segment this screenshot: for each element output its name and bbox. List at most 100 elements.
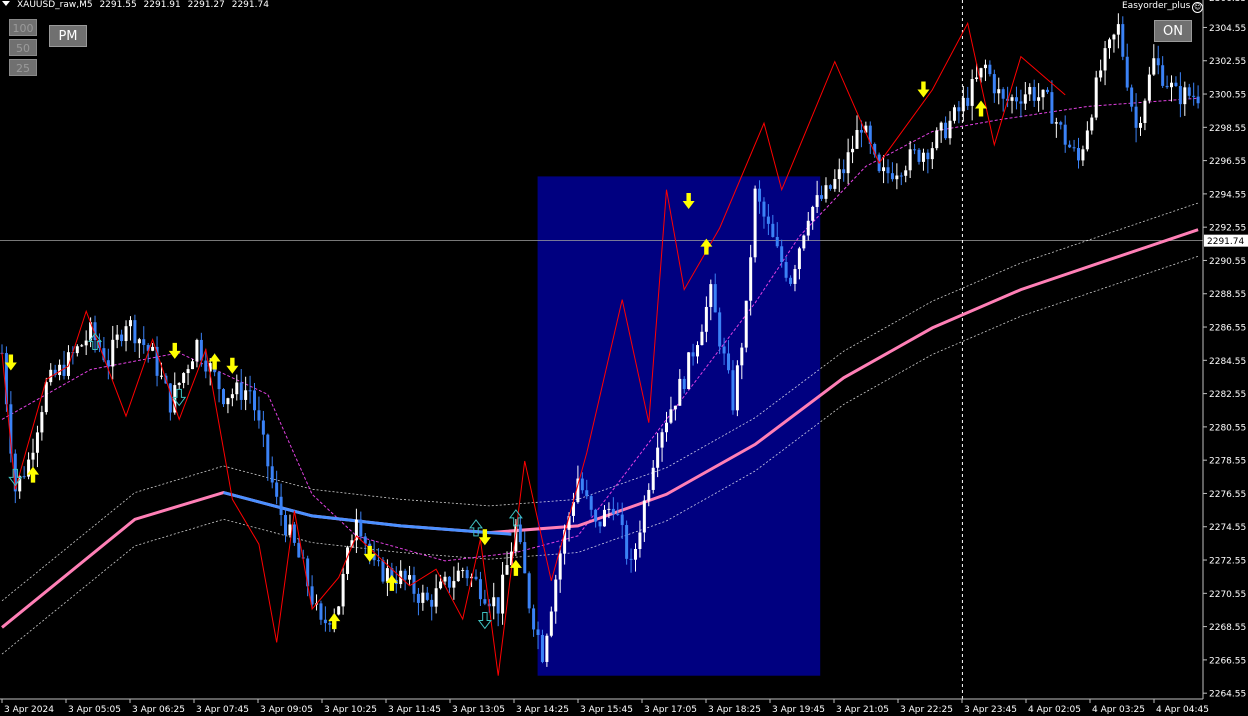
- time-tick-label: 3 Apr 14:25: [516, 705, 569, 715]
- time-tick-label: 4 Apr 04:45: [1156, 705, 1209, 715]
- candle-body: [1001, 89, 1005, 99]
- candle-body: [137, 339, 141, 344]
- candle-body: [691, 352, 695, 357]
- price-tick-label: 2304.55: [1209, 24, 1246, 34]
- candle-body: [257, 410, 261, 421]
- candle-body: [656, 447, 660, 468]
- price-tick-label: 2286.55: [1209, 324, 1246, 334]
- candle-body: [536, 629, 540, 635]
- candle-body: [425, 592, 429, 600]
- candle-body: [253, 390, 257, 411]
- candle-body: [1023, 94, 1027, 104]
- price-tick-label: 2264.55: [1209, 690, 1246, 700]
- candle-body: [1010, 97, 1014, 101]
- price-chart[interactable]: 2306.35 2304.55 2302.55 2300.55 2298.55 2296.…: [0, 0, 1248, 716]
- candle-body: [1130, 87, 1134, 107]
- candle-body: [319, 603, 323, 620]
- price-tick-label: 2306.35: [1209, 0, 1246, 4]
- candle-body: [802, 235, 806, 249]
- candle-body: [266, 434, 270, 467]
- candle-body: [540, 634, 544, 662]
- candle-body: [727, 353, 731, 371]
- candle-body: [820, 195, 824, 199]
- candle-body: [651, 467, 655, 490]
- candle-body: [749, 257, 753, 301]
- candle-body: [1161, 65, 1165, 86]
- price-tick-label: 2278.55: [1209, 457, 1246, 467]
- candle-body: [284, 515, 288, 536]
- candle-body: [1192, 95, 1196, 97]
- candle-body: [700, 331, 704, 346]
- candle-body: [505, 565, 509, 575]
- candle-body: [629, 558, 633, 560]
- candle-body: [961, 97, 965, 112]
- candle-body: [753, 188, 757, 258]
- candle-body: [226, 398, 230, 405]
- candle-body: [124, 326, 128, 342]
- candle-body: [647, 489, 651, 501]
- candle-body: [1183, 87, 1187, 105]
- candle-body: [1174, 82, 1178, 87]
- sell-arrow-icon: [226, 357, 239, 374]
- candle-body: [1108, 39, 1111, 49]
- candle-body: [855, 130, 859, 149]
- candle-body: [687, 352, 691, 390]
- time-tick-label: 4 Apr 02:05: [1028, 705, 1081, 715]
- candle-body: [483, 599, 487, 604]
- candle-body: [731, 370, 735, 411]
- candle-body: [58, 364, 62, 376]
- candle-body: [1178, 86, 1182, 105]
- candle-body: [408, 575, 412, 580]
- candle-body: [988, 64, 992, 75]
- candle-body: [895, 175, 899, 180]
- candle-body: [1014, 97, 1018, 102]
- price-tick-label: 2266.55: [1209, 656, 1246, 666]
- candle-body: [239, 382, 243, 400]
- candle-body: [182, 373, 186, 383]
- candle-body: [465, 570, 469, 579]
- candle-body: [793, 269, 797, 284]
- candle-body: [580, 478, 584, 491]
- candle-body: [913, 149, 917, 151]
- price-tick-label: 2298.55: [1209, 124, 1246, 134]
- candle-body: [558, 553, 562, 580]
- candle-body: [594, 509, 598, 522]
- candle-body: [970, 79, 974, 106]
- candle-body: [899, 175, 903, 177]
- candle-body: [31, 452, 35, 460]
- candle-body: [859, 130, 863, 133]
- time-tick-label: 3 Apr 11:45: [388, 705, 441, 715]
- candle-body: [523, 542, 527, 574]
- candle-body: [696, 345, 700, 357]
- candle-body: [1059, 122, 1063, 125]
- candle-body: [806, 220, 810, 236]
- price-tick-label: 2270.55: [1209, 590, 1246, 600]
- candle-body: [921, 152, 925, 162]
- price-tick-label: 2282.55: [1209, 390, 1246, 400]
- candle-body: [833, 179, 837, 189]
- candle-body: [665, 422, 668, 433]
- candle-body: [1081, 149, 1085, 161]
- candle-body: [527, 573, 531, 609]
- candle-body: [1037, 97, 1041, 101]
- candle-body: [133, 320, 137, 344]
- time-tick-label: 3 Apr 07:45: [196, 705, 249, 715]
- candle-body: [979, 68, 983, 78]
- time-tick-label: 3 Apr 10:25: [324, 705, 377, 715]
- candle-body: [341, 573, 345, 607]
- candle-body: [771, 223, 775, 237]
- candle-body: [713, 284, 717, 313]
- candle-body: [456, 570, 460, 582]
- candle-body: [642, 500, 646, 533]
- candle-body: [744, 300, 748, 348]
- price-tick-label: 2290.55: [1209, 257, 1246, 267]
- candle-body: [935, 130, 939, 149]
- candle-body: [217, 372, 221, 390]
- price-tick-label: 2280.55: [1209, 423, 1246, 433]
- time-tick-label: 3 Apr 19:45: [772, 705, 825, 715]
- time-tick-label: 3 Apr 13:05: [452, 705, 505, 715]
- candle-body: [346, 547, 350, 574]
- candle-body: [678, 378, 682, 406]
- time-tick-label: 3 Apr 2024: [4, 705, 54, 715]
- candle-body: [602, 509, 606, 527]
